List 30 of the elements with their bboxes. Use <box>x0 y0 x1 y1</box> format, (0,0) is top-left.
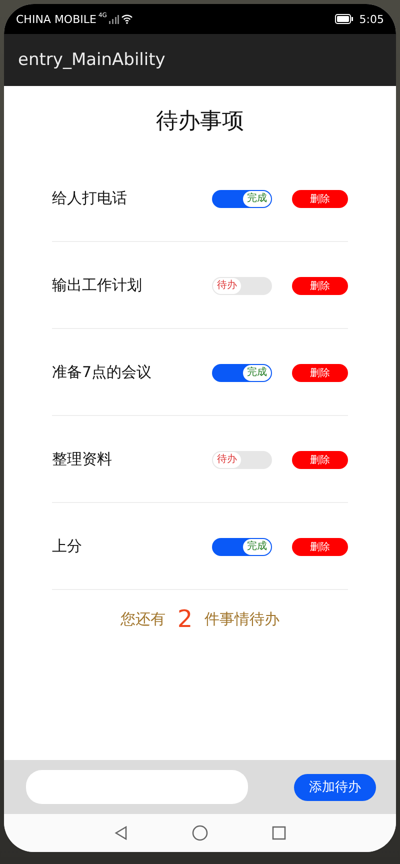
delete-button[interactable]: 删除 <box>292 538 348 556</box>
signal-icon <box>108 14 119 24</box>
todo-input-field[interactable] <box>26 770 248 804</box>
todo-text: 给人打电话 <box>52 189 128 208</box>
delete-button[interactable]: 删除 <box>292 364 348 382</box>
status-toggle[interactable]: 待办 <box>212 276 272 294</box>
status-toggle[interactable]: 完成 <box>212 364 272 382</box>
status-toggle[interactable]: 完成 <box>212 190 272 208</box>
summary-suffix: 件事情待办 <box>204 610 280 628</box>
app-title: entry_MainAbility <box>18 50 166 70</box>
carrier-name: CHINA MOBILE <box>16 12 96 26</box>
status-toggle[interactable]: 待办 <box>212 450 272 468</box>
todo-text: 输出工作计划 <box>52 276 143 295</box>
back-icon[interactable] <box>114 826 128 840</box>
delete-button[interactable]: 删除 <box>292 190 348 208</box>
todo-text: 准备7点的会议 <box>52 363 153 382</box>
home-icon[interactable] <box>192 825 208 841</box>
recents-icon[interactable] <box>272 826 286 840</box>
todo-text: 整理资料 <box>52 450 113 469</box>
clock-time: 5:05 <box>359 12 384 26</box>
summary-prefix: 您还有 <box>120 610 166 628</box>
status-toggle[interactable]: 完成 <box>212 538 272 556</box>
add-todo-button[interactable]: 添加待办 <box>294 774 376 800</box>
pending-count: 2 <box>177 605 193 633</box>
todo-text: 上分 <box>52 537 83 556</box>
delete-button[interactable]: 删除 <box>292 276 348 294</box>
battery-icon <box>335 14 354 24</box>
delete-button[interactable]: 删除 <box>292 450 348 468</box>
page-title: 待办事项 <box>156 108 244 136</box>
wifi-icon <box>120 14 133 24</box>
